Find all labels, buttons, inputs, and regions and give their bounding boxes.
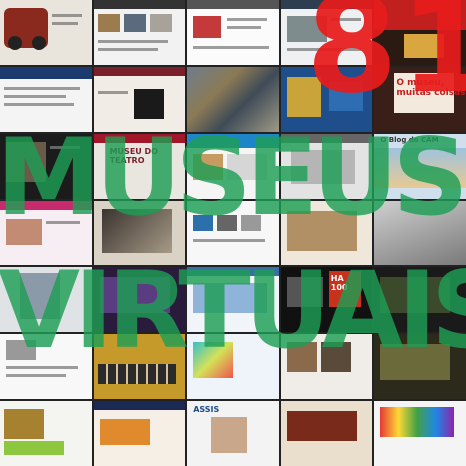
title-line-museus: MUSEUS (0, 116, 466, 239)
title-line-virtuais: VIRTUAIS (0, 249, 466, 372)
tile-assis: ASSIS (187, 401, 279, 466)
tile-orange-site (93, 401, 186, 466)
tile-assis-text: ASSIS (193, 405, 220, 415)
tile-gallery-page (93, 0, 186, 65)
number-81: 81 (306, 0, 466, 123)
tile-beige-site (280, 401, 373, 466)
tile-red-car (0, 0, 92, 65)
tile-green-site (0, 401, 92, 466)
poster: O museu, muitas coisas MUSEU DO TEATRO O… (0, 0, 466, 466)
tile-colorful-grid (374, 401, 466, 466)
tile-white-site (187, 0, 279, 65)
